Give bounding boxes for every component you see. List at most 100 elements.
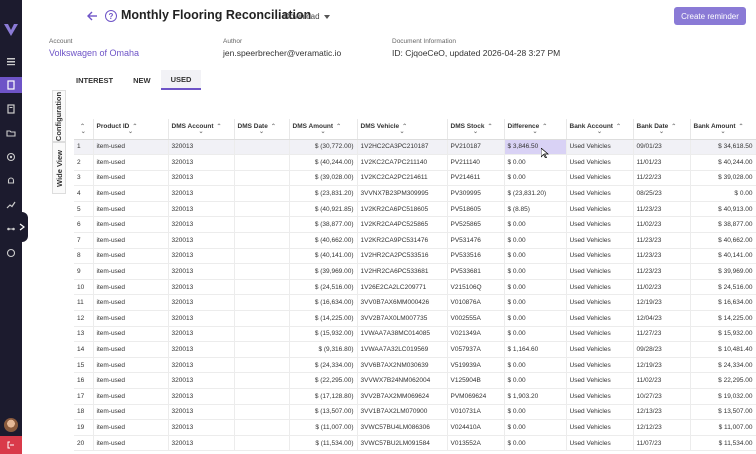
table-cell[interactable]: $ 22,295.00 — [690, 372, 756, 389]
filter-chevron-icon[interactable]: ⌄ — [361, 129, 444, 135]
table-cell[interactable]: item-used — [93, 326, 169, 343]
table-cell[interactable]: Used Vehicles — [566, 372, 634, 389]
table-cell[interactable]: item-used — [93, 263, 169, 280]
table-row[interactable]: 13 item-used 320013 $ (15,932.00) 1VWAA7A38M… — [74, 326, 756, 343]
table-cell[interactable] — [234, 341, 290, 358]
table-cell[interactable]: $ 1,164.60 — [504, 341, 567, 358]
table-cell[interactable]: Used Vehicles — [566, 326, 634, 343]
table-cell[interactable]: 320013 — [168, 341, 235, 358]
table-row[interactable]: 4 item-used 320013 $ (23,831.20) 3VVNX7B23PM… — [74, 185, 756, 202]
sort-icon[interactable]: ⌃ — [271, 124, 276, 130]
table-cell[interactable]: 11/02/23 — [633, 372, 691, 389]
table-row[interactable]: 2 item-used 320013 $ (40,244.00) 1V2KC2CA7PC… — [74, 154, 756, 171]
table-row[interactable]: 17 item-used 320013 $ (17,128.80) 3VV2B7AX2M… — [74, 388, 756, 405]
table-cell[interactable]: item-used — [93, 154, 169, 171]
expand-rail-button[interactable] — [16, 212, 28, 242]
table-cell[interactable]: $ 0.00 — [690, 185, 756, 202]
table-cell[interactable]: $ (9,316.80) — [289, 341, 358, 358]
table-cell[interactable]: $ 39,028.00 — [690, 170, 756, 187]
target-icon[interactable] — [5, 151, 17, 163]
table-cell[interactable]: 11/22/23 — [633, 170, 691, 187]
table-cell[interactable]: Used Vehicles — [566, 279, 634, 296]
table-cell[interactable]: $ 0.00 — [504, 419, 567, 436]
table-cell[interactable]: 10/27/23 — [633, 388, 691, 405]
table-cell[interactable]: 12/13/23 — [633, 404, 691, 421]
list-icon[interactable] — [5, 55, 17, 67]
table-cell[interactable]: 12/19/23 — [633, 294, 691, 312]
table-cell[interactable]: 320013 — [168, 404, 235, 421]
table-cell[interactable]: PV533681 — [447, 263, 505, 280]
table-cell[interactable]: $ 0.00 — [504, 372, 567, 389]
table-cell[interactable]: item-used — [93, 248, 169, 265]
table-cell[interactable]: $ (15,932.00) — [289, 326, 358, 343]
table-cell[interactable]: 11/07/23 — [633, 435, 691, 452]
table-cell[interactable]: 7 — [74, 232, 94, 249]
filter-chevron-icon[interactable]: ⌄ — [570, 129, 630, 135]
table-cell[interactable]: 4 — [74, 185, 94, 202]
table-cell[interactable]: 6 — [74, 216, 94, 234]
table-cell[interactable]: 17 — [74, 388, 94, 405]
table-cell[interactable]: $ (22,295.00) — [289, 372, 358, 389]
table-cell[interactable]: 14 — [74, 341, 94, 358]
table-cell[interactable]: V010731A — [447, 404, 505, 421]
table-cell[interactable]: 320013 — [168, 185, 235, 202]
create-reminder-button[interactable]: Create reminder — [674, 7, 746, 25]
table-cell[interactable] — [234, 201, 290, 218]
column-header[interactable]: DMS Account ⌃ ⌄ — [168, 119, 235, 140]
table-cell[interactable] — [234, 357, 290, 374]
table-cell[interactable]: Used Vehicles — [566, 185, 634, 202]
table-cell[interactable]: Used Vehicles — [566, 154, 634, 171]
table-cell[interactable]: 11/23/23 — [633, 201, 691, 218]
table-cell[interactable]: item-used — [93, 357, 169, 374]
table-cell[interactable]: item-used — [93, 170, 169, 187]
table-cell[interactable]: item-used — [93, 435, 169, 452]
help-icon[interactable]: ? — [105, 10, 117, 22]
filter-chevron-icon[interactable]: ⌄ — [508, 129, 563, 135]
table-cell[interactable]: 320013 — [168, 435, 235, 452]
table-cell[interactable]: V215106Q — [447, 279, 505, 296]
table-cell[interactable] — [234, 248, 290, 265]
table-row[interactable]: 8 item-used 320013 $ (40,141.00) 1V2HR2CA2PC… — [74, 248, 756, 265]
table-row[interactable]: 11 item-used 320013 $ (16,634.00) 3VV0B7AX6M… — [74, 294, 756, 312]
table-cell[interactable]: 09/28/23 — [633, 341, 691, 358]
column-header[interactable]: Product ID ⌃ ⌄ — [93, 119, 169, 140]
table-cell[interactable] — [234, 216, 290, 234]
table-cell[interactable]: $ 0.00 — [504, 170, 567, 187]
table-cell[interactable]: item-used — [93, 294, 169, 312]
table-row[interactable]: 20 item-used 320013 $ (11,534.00) 3VWC57BU2L… — [74, 435, 756, 452]
table-cell[interactable]: V125904B — [447, 372, 505, 389]
table-cell[interactable]: item-used — [93, 372, 169, 389]
book-icon[interactable] — [5, 103, 17, 115]
table-cell[interactable]: $ (40,244.00) — [289, 154, 358, 171]
table-cell[interactable]: $ 39,969.00 — [690, 263, 756, 280]
table-cell[interactable]: Used Vehicles — [566, 404, 634, 421]
table-cell[interactable]: 320013 — [168, 388, 235, 405]
table-row[interactable]: 3 item-used 320013 $ (39,028.00) 1V2KC2CA2PC… — [74, 170, 756, 187]
table-cell[interactable]: 3VV1B7AX2LM070900 — [357, 404, 448, 421]
table-cell[interactable]: 2 — [74, 154, 94, 171]
sort-icon[interactable]: ⌃ — [542, 124, 547, 130]
table-cell[interactable]: $ 0.00 — [504, 294, 567, 312]
table-cell[interactable]: $ (24,516.00) — [289, 279, 358, 296]
table-cell[interactable]: 20 — [74, 435, 94, 452]
table-row[interactable]: 18 item-used 320013 $ (13,507.00) 3VV1B7AX2L… — [74, 404, 756, 421]
sort-icon[interactable]: ⌃ — [217, 124, 222, 130]
table-cell[interactable]: $ (16,634.00) — [289, 294, 358, 312]
table-cell[interactable]: 320013 — [168, 216, 235, 234]
table-cell[interactable]: $ (39,969.00) — [289, 263, 358, 280]
table-row[interactable]: 14 item-used 320013 $ (9,316.80) 1VWAA7A32LC… — [74, 341, 756, 358]
table-cell[interactable]: Used Vehicles — [566, 201, 634, 218]
table-cell[interactable]: $ (8.85) — [504, 201, 567, 218]
folder-icon[interactable] — [5, 127, 17, 139]
table-cell[interactable]: 16 — [74, 372, 94, 389]
sort-icon[interactable]: ⌃ — [336, 124, 341, 130]
tab-interest[interactable]: INTEREST — [66, 70, 123, 90]
table-cell[interactable]: 320013 — [168, 357, 235, 374]
table-cell[interactable]: $ 11,534.00 — [690, 435, 756, 452]
table-cell[interactable]: 320013 — [168, 248, 235, 265]
table-cell[interactable]: $ (14,225.00) — [289, 310, 358, 327]
table-cell[interactable] — [234, 232, 290, 249]
table-cell[interactable]: Used Vehicles — [566, 419, 634, 436]
table-cell[interactable]: 13 — [74, 326, 94, 343]
table-cell[interactable]: 1VWAA7A32LC019569 — [357, 341, 448, 358]
